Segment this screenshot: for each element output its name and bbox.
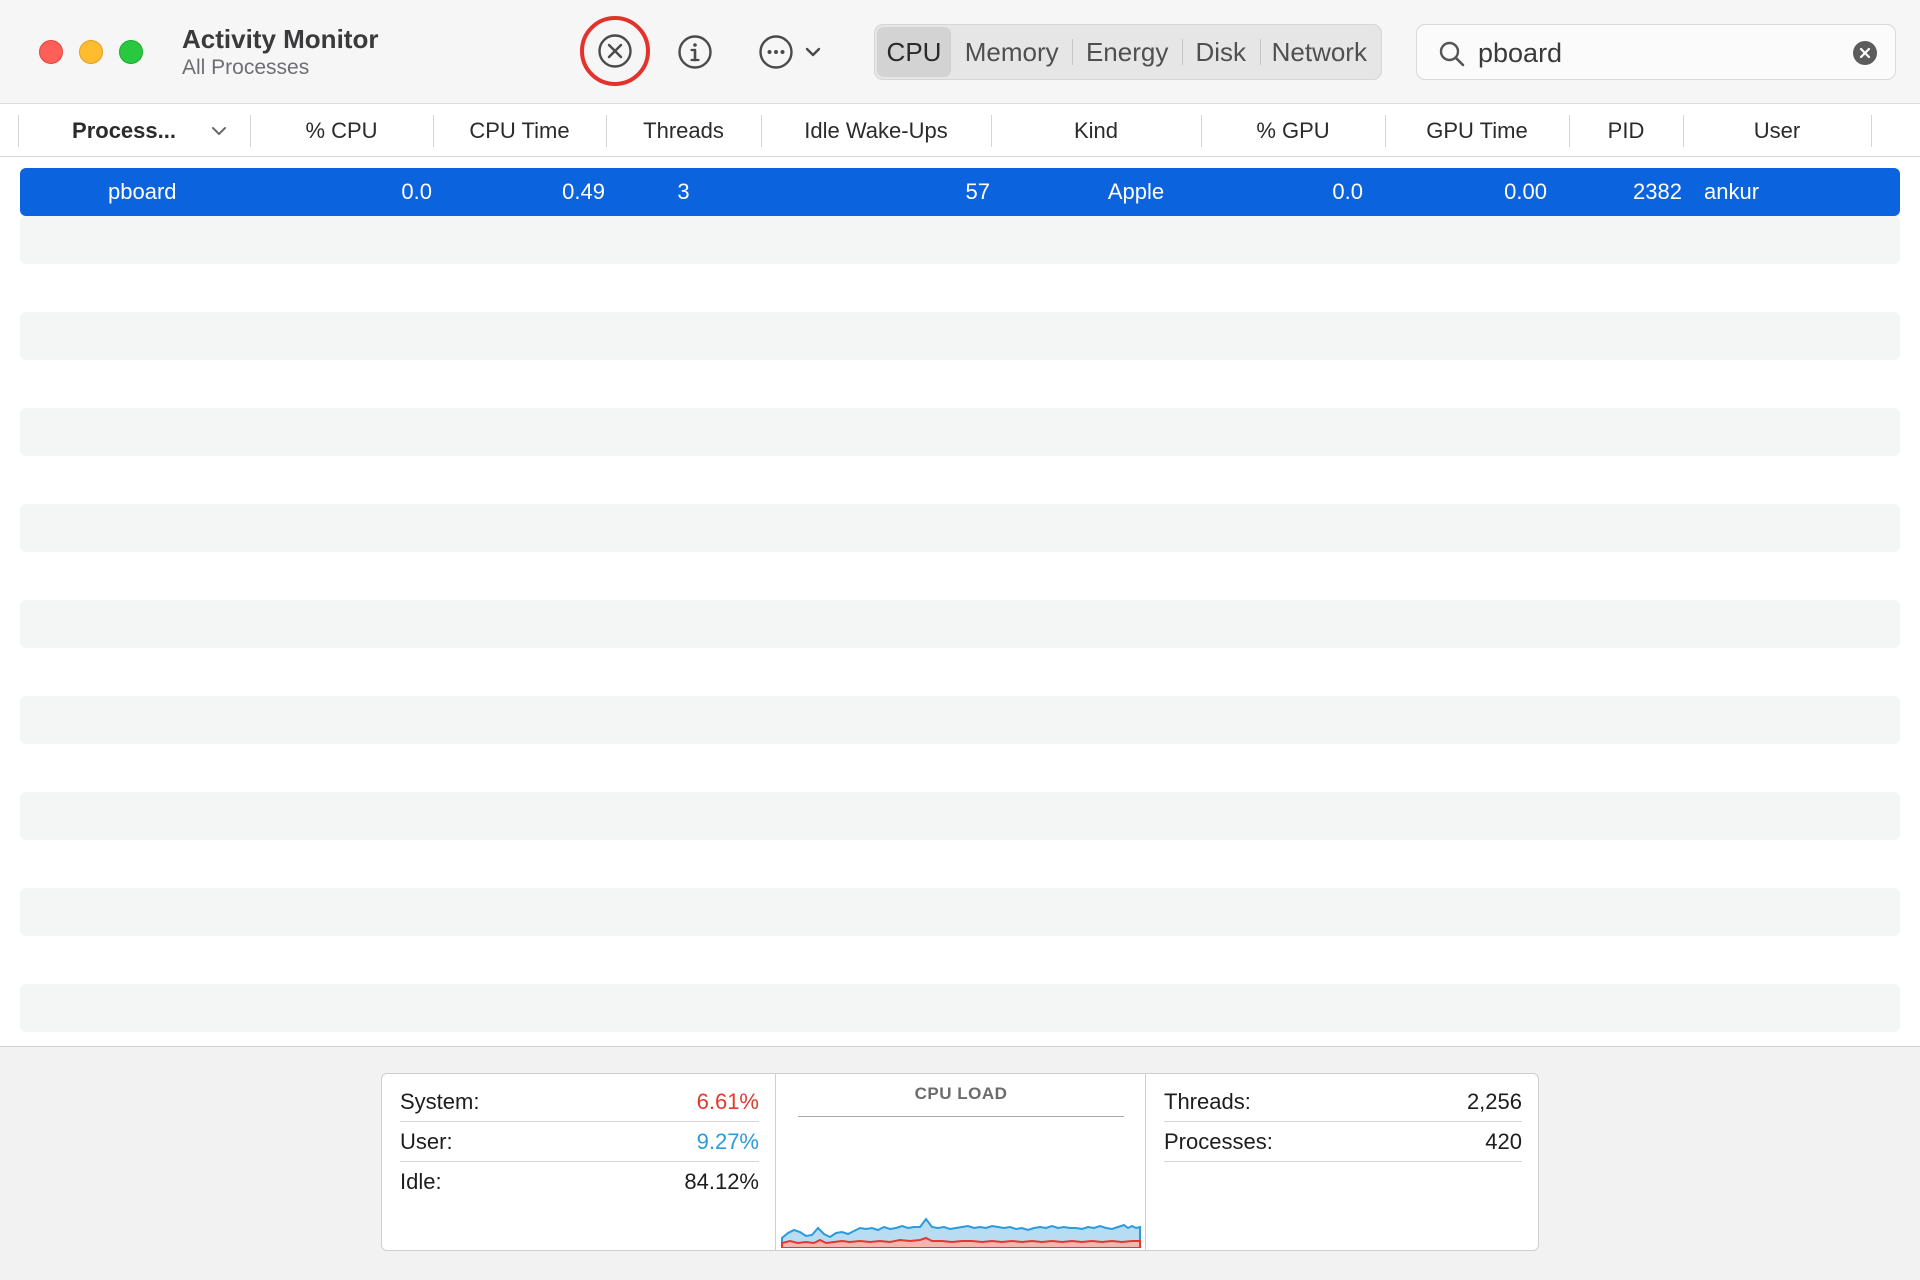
tab-energy[interactable]: Energy bbox=[1072, 27, 1181, 77]
chevron-down-icon bbox=[211, 127, 226, 135]
column-header-pid[interactable]: PID bbox=[1569, 105, 1683, 157]
column-header-kind[interactable]: Kind bbox=[991, 105, 1201, 157]
window-toolbar: Activity Monitor All Processes CPU Memor… bbox=[0, 0, 1920, 104]
close-window-button[interactable] bbox=[39, 40, 63, 64]
stat-value: 84.12% bbox=[684, 1169, 759, 1194]
cell-gpu-pct: 0.0 bbox=[1332, 179, 1363, 204]
column-separator bbox=[18, 115, 19, 147]
cell-pid: 2382 bbox=[1633, 179, 1682, 204]
stop-x-circle-icon bbox=[598, 34, 632, 68]
stat-system: System: 6.61% bbox=[400, 1082, 759, 1122]
empty-row bbox=[20, 216, 1900, 264]
column-header-gpu-pct[interactable]: % GPU bbox=[1201, 105, 1385, 157]
empty-row bbox=[20, 408, 1900, 456]
cell-threads: 3 bbox=[677, 179, 690, 204]
process-count-panel: Threads: 2,256 Processes: 420 bbox=[1146, 1074, 1538, 1250]
inspect-process-button[interactable] bbox=[670, 24, 720, 80]
ellipsis-circle-icon bbox=[759, 35, 793, 69]
column-header-idle-wakeups[interactable]: Idle Wake-Ups bbox=[761, 105, 991, 157]
empty-row bbox=[20, 984, 1900, 1032]
cell-gpu-time: 0.00 bbox=[1504, 179, 1547, 204]
cell-idle-wakeups: 57 bbox=[965, 179, 990, 204]
stat-value: 6.61% bbox=[696, 1088, 759, 1114]
column-header-gpu-time[interactable]: GPU Time bbox=[1385, 105, 1569, 157]
table-header: Process... % CPU CPU Time Threads Idle W… bbox=[0, 105, 1920, 157]
empty-row bbox=[20, 312, 1900, 360]
empty-row bbox=[20, 504, 1900, 552]
window-subtitle: All Processes bbox=[182, 56, 310, 79]
cpu-load-title: CPU LOAD bbox=[914, 1084, 1008, 1103]
stat-user: User: 9.27% bbox=[400, 1122, 759, 1162]
stat-value: 420 bbox=[1485, 1128, 1522, 1154]
search-input[interactable]: pboard bbox=[1478, 38, 1562, 69]
stat-idle: Idle: 84.12% bbox=[400, 1162, 759, 1202]
stat-processes: Processes: 420 bbox=[1164, 1122, 1522, 1162]
chevron-down-icon bbox=[805, 47, 821, 57]
column-header-cpu-pct[interactable]: % CPU bbox=[250, 105, 433, 157]
stat-threads: Threads: 2,256 bbox=[1164, 1082, 1522, 1122]
process-table: pboard 0.0 0.49 3 57 Apple 0.0 0.00 2382… bbox=[0, 158, 1920, 1046]
info-circle-icon bbox=[678, 35, 712, 69]
column-separator bbox=[1871, 115, 1872, 147]
category-tabs: CPU Memory Energy Disk Network bbox=[874, 24, 1382, 80]
cpu-load-graph bbox=[781, 1217, 1141, 1248]
cpu-summary-footer: System: 6.61% User: 9.27% Idle: 84.12% C… bbox=[0, 1046, 1920, 1280]
column-header-cpu-time[interactable]: CPU Time bbox=[433, 105, 606, 157]
clear-search-icon[interactable] bbox=[1853, 41, 1877, 65]
search-field[interactable]: pboard bbox=[1416, 24, 1896, 80]
stat-label: Idle: bbox=[400, 1169, 442, 1194]
stat-label: Threads: bbox=[1164, 1088, 1251, 1114]
minimize-window-button[interactable] bbox=[79, 40, 103, 64]
cpu-usage-panel: System: 6.61% User: 9.27% Idle: 84.12% bbox=[382, 1074, 776, 1250]
stop-process-button[interactable] bbox=[580, 16, 650, 86]
cpu-load-divider bbox=[798, 1116, 1124, 1117]
empty-row bbox=[20, 600, 1900, 648]
cell-cpu-pct: 0.0 bbox=[401, 179, 432, 204]
stat-label: Processes: bbox=[1164, 1128, 1273, 1154]
cpu-stats-panel: System: 6.61% User: 9.27% Idle: 84.12% C… bbox=[381, 1073, 1539, 1251]
more-actions-menu-button[interactable] bbox=[755, 24, 825, 80]
stat-label: User: bbox=[400, 1128, 453, 1154]
empty-row bbox=[20, 792, 1900, 840]
column-header-label: Process... bbox=[72, 118, 176, 143]
tab-memory[interactable]: Memory bbox=[951, 27, 1072, 77]
column-header-user[interactable]: User bbox=[1683, 105, 1871, 157]
column-header-threads[interactable]: Threads bbox=[606, 105, 761, 157]
stat-value: 2,256 bbox=[1466, 1088, 1522, 1114]
empty-row bbox=[20, 888, 1900, 936]
search-icon bbox=[1439, 41, 1465, 67]
table-row-selected[interactable]: pboard 0.0 0.49 3 57 Apple 0.0 0.00 2382… bbox=[20, 168, 1900, 216]
tab-network[interactable]: Network bbox=[1259, 27, 1379, 77]
zoom-window-button[interactable] bbox=[119, 40, 143, 64]
stat-label: System: bbox=[400, 1088, 480, 1114]
tab-cpu[interactable]: CPU bbox=[877, 27, 951, 77]
tab-disk[interactable]: Disk bbox=[1181, 27, 1260, 77]
empty-row bbox=[20, 696, 1900, 744]
cpu-load-panel: CPU LOAD bbox=[776, 1074, 1146, 1250]
window-title: Activity Monitor bbox=[182, 24, 379, 54]
cell-cpu-time: 0.49 bbox=[562, 179, 605, 204]
cell-user: ankur bbox=[1704, 179, 1760, 204]
stat-value: 9.27% bbox=[696, 1128, 759, 1154]
cell-process: pboard bbox=[108, 179, 177, 204]
column-header-process[interactable]: Process... bbox=[20, 105, 250, 157]
